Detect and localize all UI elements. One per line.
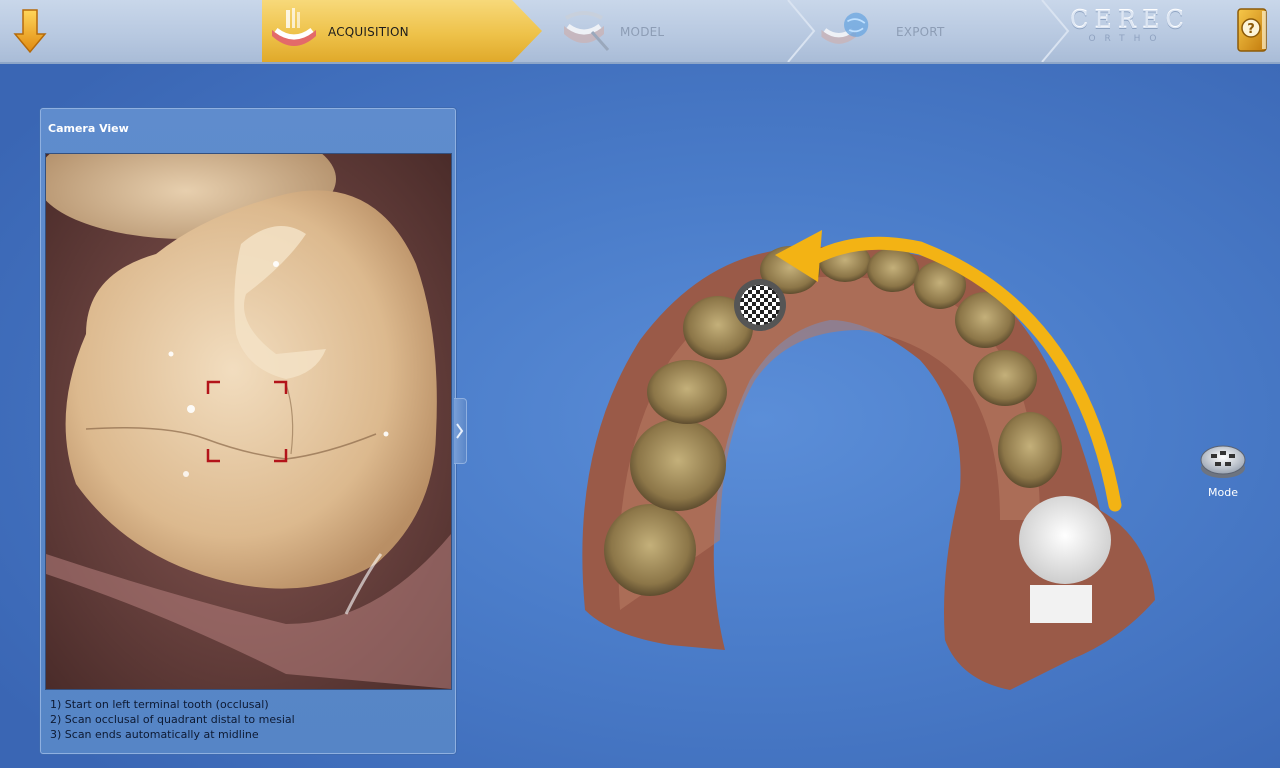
help-book-icon: ? xyxy=(1237,8,1267,52)
jaw-model-render xyxy=(582,230,1155,690)
logo-sub-text: ORTHO xyxy=(1088,34,1166,44)
tab-export[interactable]: EXPORT xyxy=(800,0,1070,62)
step-separator xyxy=(787,0,816,62)
instruction-step-3: 3) Scan ends automatically at midline xyxy=(50,728,259,741)
3d-jaw-model[interactable] xyxy=(560,190,1180,700)
tab-acquisition[interactable]: ACQUISITION xyxy=(262,0,542,62)
instruction-step-1: 1) Start on left terminal tooth (occlusa… xyxy=(50,698,269,711)
tooth-camera-image xyxy=(46,154,451,689)
cerec-ortho-logo: CEREC ORTHO xyxy=(1070,6,1190,52)
tab-acquisition-label: ACQUISITION xyxy=(328,25,409,39)
model-icon xyxy=(564,11,610,51)
down-arrow-icon xyxy=(13,9,47,54)
camera-panel-title: Camera View xyxy=(48,122,129,135)
top-toolbar: ACQUISITION MODEL EXPORT CEREC ORTHO ? xyxy=(0,0,1280,64)
step-separator xyxy=(1041,0,1070,62)
mode-button-label: Mode xyxy=(1208,486,1238,499)
camera-view xyxy=(45,153,452,690)
tab-export-label: EXPORT xyxy=(896,25,945,39)
svg-text:?: ? xyxy=(1247,22,1255,37)
camera-panel: Camera View 1) Start on left terminal to… xyxy=(40,108,456,754)
scan-instructions: 1) Start on left terminal tooth (occlusa… xyxy=(50,697,295,742)
teeth-scan-icon xyxy=(272,8,316,46)
help-button[interactable]: ? xyxy=(1234,6,1270,56)
tab-model-label: MODEL xyxy=(620,25,665,39)
mode-wheel-icon xyxy=(1200,445,1246,478)
instruction-step-2: 2) Scan occlusal of quadrant distal to m… xyxy=(50,713,295,726)
collapse-panel-button[interactable] xyxy=(454,398,467,464)
chevron-right-icon xyxy=(456,423,464,439)
back-button[interactable] xyxy=(12,6,48,56)
logo-main-text: CEREC xyxy=(1070,6,1190,34)
tab-model[interactable]: MODEL xyxy=(540,0,810,62)
export-icon xyxy=(821,12,869,44)
mode-button[interactable]: Mode xyxy=(1196,438,1250,502)
